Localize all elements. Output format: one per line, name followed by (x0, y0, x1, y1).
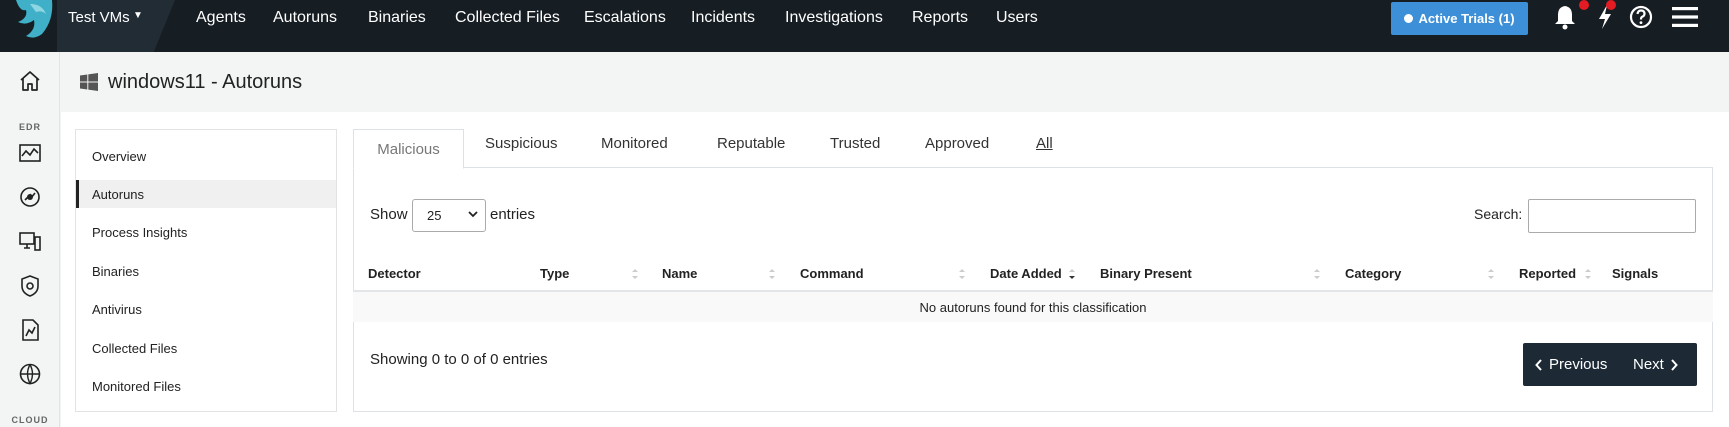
active-trials-label: Active Trials (1) (1418, 11, 1515, 26)
org-selector-bg (57, 0, 175, 52)
cloud-section-label: CLOUD (11, 415, 49, 425)
column-header-date-added[interactable]: Date Added (990, 266, 1062, 281)
table-info: Showing 0 to 0 of 0 entries (370, 351, 548, 368)
tab-approved[interactable]: Approved (925, 135, 989, 152)
subnav-monitored-files[interactable]: Monitored Files (76, 372, 336, 400)
column-header-name[interactable]: Name (662, 266, 697, 281)
column-header-type[interactable]: Type (540, 266, 569, 281)
nav-investigations[interactable]: Investigations (785, 9, 883, 27)
next-button[interactable]: Next (1627, 343, 1678, 386)
autoruns-panel: Malicious Suspicious Monitored Reputable… (353, 129, 1713, 412)
top-navbar: Test VMs ▼ Agents Autoruns Binaries Coll… (0, 0, 1729, 52)
column-header-detector[interactable]: Detector (368, 266, 421, 281)
column-header-binary-present[interactable]: Binary Present (1100, 266, 1192, 281)
sort-icon[interactable] (1487, 267, 1495, 281)
notification-badge (1579, 0, 1589, 10)
nav-agents[interactable]: Agents (196, 9, 246, 27)
chevron-right-icon (1671, 358, 1678, 371)
left-rail: EDR CLOUD (0, 52, 60, 427)
sort-icon[interactable] (1313, 267, 1321, 281)
nav-escalations[interactable]: Escalations (584, 9, 666, 27)
circle-icon (1404, 14, 1414, 23)
nav-users[interactable]: Users (996, 9, 1038, 27)
nav-autoruns[interactable]: Autoruns (273, 9, 337, 27)
alert-badge (1606, 0, 1616, 10)
search-input[interactable] (1528, 199, 1696, 233)
nav-binaries[interactable]: Binaries (368, 9, 426, 27)
tab-malicious[interactable]: Malicious (353, 129, 464, 169)
entries-label: entries (490, 206, 536, 223)
tab-trusted[interactable]: Trusted (830, 135, 880, 152)
tab-monitored[interactable]: Monitored (601, 135, 668, 152)
pagination: Previous Next (1523, 343, 1697, 386)
column-header-signals[interactable]: Signals (1612, 266, 1658, 281)
page-title: windows11 - Autoruns (108, 71, 303, 93)
activity-chart-icon[interactable] (18, 141, 42, 165)
previous-label: Previous (1549, 356, 1608, 373)
help-icon[interactable] (1626, 2, 1656, 32)
next-label: Next (1633, 356, 1664, 373)
empty-message: No autoruns found for this classificatio… (919, 299, 1147, 315)
nav-collected-files[interactable]: Collected Files (455, 9, 560, 27)
brand-logo-icon[interactable] (12, 0, 56, 40)
tab-reputable[interactable]: Reputable (717, 135, 785, 152)
sort-descending-icon[interactable] (1068, 267, 1076, 281)
tab-all[interactable]: All (1036, 135, 1053, 152)
show-label: Show (370, 206, 408, 223)
column-header-reported[interactable]: Reported (1519, 266, 1576, 281)
chevron-down-icon (468, 211, 478, 218)
tab-suspicious[interactable]: Suspicious (485, 135, 558, 152)
chevron-left-icon (1535, 358, 1542, 371)
host-subnav: Overview Autoruns Process Insights Binar… (75, 129, 337, 412)
page-header: windows11 - Autoruns (61, 52, 1729, 112)
org-selector[interactable]: Test VMs (68, 9, 130, 26)
search-label: Search: (1474, 206, 1523, 222)
column-header-category[interactable]: Category (1345, 266, 1401, 281)
windows-logo-icon (80, 73, 98, 91)
shield-gear-icon[interactable] (18, 274, 42, 298)
sort-icon[interactable] (958, 267, 966, 281)
subnav-overview[interactable]: Overview (76, 142, 336, 170)
active-trials-button[interactable]: Active Trials (1) (1391, 2, 1528, 35)
caret-down-icon[interactable]: ▼ (133, 10, 143, 21)
globe-icon[interactable] (18, 362, 42, 386)
column-header-command[interactable]: Command (800, 266, 864, 281)
subnav-binaries[interactable]: Binaries (76, 257, 336, 285)
empty-table-row: No autoruns found for this classificatio… (353, 292, 1713, 322)
sort-icon[interactable] (1584, 267, 1592, 281)
sort-icon[interactable] (631, 267, 639, 281)
sort-icon[interactable] (768, 267, 776, 281)
subnav-collected-files[interactable]: Collected Files (76, 334, 336, 362)
threat-hunt-icon[interactable] (18, 185, 42, 209)
subnav-autoruns[interactable]: Autoruns (76, 180, 336, 208)
nav-reports[interactable]: Reports (912, 9, 968, 27)
subnav-antivirus[interactable]: Antivirus (76, 295, 336, 323)
subnav-process-insights[interactable]: Process Insights (76, 218, 336, 246)
nav-incidents[interactable]: Incidents (691, 9, 755, 27)
previous-button[interactable]: Previous (1523, 343, 1627, 386)
page-size-select[interactable]: 25 (412, 199, 486, 232)
hamburger-menu-icon[interactable] (1670, 2, 1700, 32)
page-size-value: 25 (427, 208, 442, 223)
home-icon[interactable] (18, 69, 42, 93)
devices-icon[interactable] (18, 230, 42, 254)
edr-section-label: EDR (18, 122, 41, 132)
report-document-icon[interactable] (18, 318, 42, 342)
notifications-bell-icon[interactable] (1550, 2, 1580, 32)
